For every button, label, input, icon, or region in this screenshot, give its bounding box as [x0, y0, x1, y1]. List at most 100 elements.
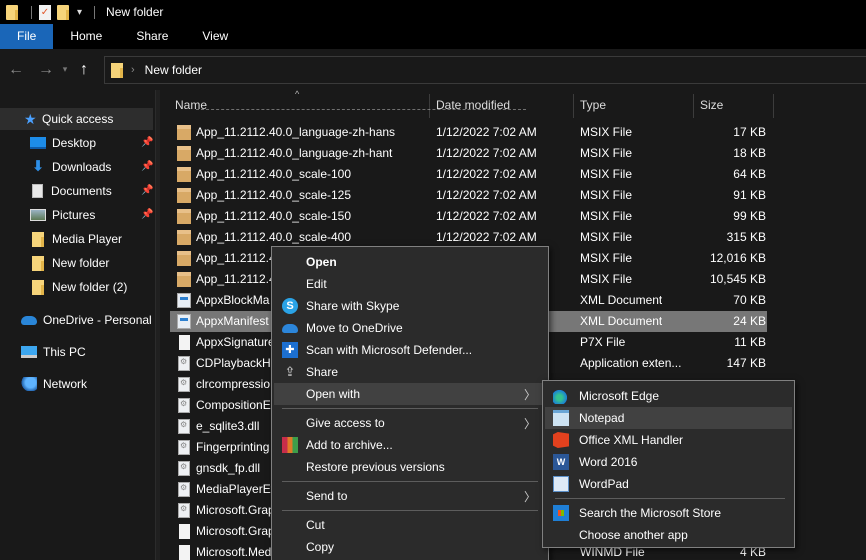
file-size: 147 KB: [726, 356, 766, 370]
menu-item-edit[interactable]: Edit: [274, 273, 546, 295]
column-divider[interactable]: [573, 94, 574, 118]
dll-file-icon: [178, 419, 190, 434]
column-header-type[interactable]: Type: [580, 98, 606, 112]
dll-file-icon: [178, 482, 190, 497]
sidebar-item-label: Pictures: [52, 208, 96, 222]
sidebar-item-network[interactable]: Network: [21, 373, 153, 395]
wordpad-icon: [553, 476, 569, 492]
forward-arrow-icon[interactable]: →: [34, 61, 58, 79]
menu-item-open-with[interactable]: Open with 〉: [274, 383, 546, 405]
network-icon: [21, 377, 37, 391]
customize-toolbar-icon[interactable]: ▾: [77, 7, 82, 18]
file-type: MSIX File: [580, 251, 633, 265]
menu-item-copy[interactable]: Copy: [274, 536, 546, 558]
file-type: P7X File: [580, 335, 626, 349]
file-size: 11 KB: [734, 335, 766, 349]
sidebar-item-new-folder[interactable]: New folder: [30, 252, 153, 274]
file-row[interactable]: App_11.2112.40.0_scale-400 1/12/2022 7:02…: [170, 227, 767, 248]
menu-item-label: Search the Microsoft Store: [579, 506, 722, 520]
tab-view[interactable]: View: [185, 24, 245, 49]
menu-item-add-to-archive[interactable]: Add to archive...: [274, 434, 546, 456]
menu-item-cut[interactable]: Cut: [274, 514, 546, 536]
sidebar-item-label: New folder: [52, 256, 110, 270]
defender-icon: ✚: [282, 342, 298, 358]
pictures-icon: [30, 209, 46, 221]
file-date: 1/12/2022 7:02 AM: [436, 230, 537, 244]
column-divider[interactable]: [429, 94, 430, 118]
dll-file-icon: [178, 440, 190, 455]
sidebar-item-documents[interactable]: Documents: [30, 180, 153, 202]
menu-item-open[interactable]: Open: [274, 251, 546, 273]
desktop-icon: [30, 137, 46, 149]
file-icon: [179, 335, 190, 350]
sidebar-item-new-folder-2[interactable]: New folder (2): [30, 276, 153, 298]
menu-item-label: Office XML Handler: [579, 433, 684, 447]
dll-file-icon: [178, 461, 190, 476]
sidebar-item-desktop[interactable]: Desktop: [30, 132, 153, 154]
open-with-notepad[interactable]: Notepad: [545, 407, 792, 429]
menu-item-send-to[interactable]: Send to 〉: [274, 485, 546, 507]
sidebar-item-downloads[interactable]: ⬇ Downloads: [30, 156, 153, 178]
file-size: 12,016 KB: [709, 251, 766, 265]
menu-item-label: Notepad: [579, 411, 625, 425]
file-icon: [179, 524, 190, 539]
file-date: 1/12/2022 7:02 AM: [436, 188, 537, 202]
sidebar-item-this-pc[interactable]: This PC: [21, 341, 153, 363]
tab-home[interactable]: Home: [53, 24, 119, 49]
file-row[interactable]: App_11.2112.40.0_language-zh-hant 1/12/20…: [170, 143, 767, 164]
file-row[interactable]: App_11.2112.40.0_scale-150 1/12/2022 7:02…: [170, 206, 767, 227]
open-with-choose-another-app[interactable]: Choose another app: [545, 524, 792, 546]
sidebar-item-pictures[interactable]: Pictures: [30, 204, 153, 226]
address-bar[interactable]: › New folder: [104, 56, 866, 84]
up-arrow-icon[interactable]: ↑: [72, 61, 96, 79]
file-row[interactable]: App_11.2112.40.0_language-zh-hans 1/12/20…: [170, 122, 767, 143]
sidebar-item-quick-access[interactable]: ★ Quick access: [0, 108, 153, 130]
open-with-wordpad[interactable]: WordPad: [545, 473, 792, 495]
menu-item-share-with-skype[interactable]: S Share with Skype: [274, 295, 546, 317]
window-title: New folder: [106, 5, 164, 19]
new-folder-icon[interactable]: [57, 4, 69, 20]
breadcrumb-new-folder[interactable]: New folder: [145, 63, 202, 77]
folder-icon: [32, 279, 44, 295]
dll-file-icon: [178, 377, 190, 392]
menu-item-label: Choose another app: [579, 528, 688, 542]
file-date: 1/12/2022 7:02 AM: [436, 125, 537, 139]
tab-file[interactable]: File: [0, 24, 54, 49]
tab-share[interactable]: Share: [119, 24, 185, 49]
file-row[interactable]: App_11.2112.40.0_scale-125 1/12/2022 7:02…: [170, 185, 767, 206]
open-with-search-the-microsoft-store[interactable]: Search the Microsoft Store: [545, 502, 792, 524]
file-row[interactable]: App_11.2112.40.0_scale-100 1/12/2022 7:02…: [170, 164, 767, 185]
sidebar-item-media-player[interactable]: Media Player: [30, 228, 153, 250]
open-with-word-2016[interactable]: W Word 2016: [545, 451, 792, 473]
back-arrow-icon[interactable]: ←: [4, 61, 28, 79]
menu-item-label: Edit: [306, 277, 327, 291]
skype-icon: S: [282, 298, 298, 314]
divider: [94, 5, 96, 19]
sidebar-item-onedrive[interactable]: OneDrive - Personal: [21, 309, 153, 331]
column-header-size[interactable]: Size: [700, 98, 723, 112]
column-divider[interactable]: [773, 94, 774, 118]
dll-file-icon: [178, 503, 190, 518]
properties-icon[interactable]: ✓: [39, 4, 51, 20]
chevron-right-icon[interactable]: ›: [131, 64, 135, 76]
xml-file-icon: [177, 293, 191, 308]
file-type: MSIX File: [580, 230, 633, 244]
menu-item-label: Word 2016: [579, 455, 638, 469]
file-type: MSIX File: [580, 167, 633, 181]
menu-item-restore-previous-versions[interactable]: Restore previous versions: [274, 456, 546, 478]
package-icon: [177, 272, 191, 287]
file-type: MSIX File: [580, 146, 633, 160]
package-icon: [177, 188, 191, 203]
recent-locations-chevron-icon[interactable]: ▾: [58, 64, 72, 75]
sidebar-item-label: Network: [43, 377, 88, 391]
folder-icon: [6, 4, 18, 20]
open-with-microsoft-edge[interactable]: Microsoft Edge: [545, 385, 792, 407]
rar-icon: [282, 437, 298, 453]
column-divider[interactable]: [693, 94, 694, 118]
menu-item-share[interactable]: ⇪ Share: [274, 361, 546, 383]
menu-item-give-access-to[interactable]: Give access to 〉: [274, 412, 546, 434]
open-with-office-xml-handler[interactable]: Office XML Handler: [545, 429, 792, 451]
menu-item-scan-with-microsoft-defender[interactable]: ✚ Scan with Microsoft Defender...: [274, 339, 546, 361]
menu-item-move-to-onedrive[interactable]: Move to OneDrive: [274, 317, 546, 339]
notepad-icon: [553, 410, 569, 426]
